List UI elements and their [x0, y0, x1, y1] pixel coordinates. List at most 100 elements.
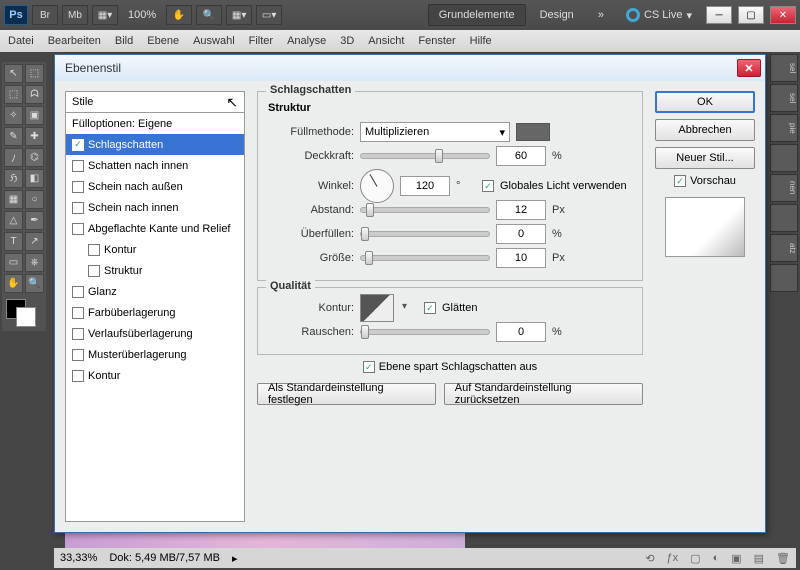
menu-item[interactable]: Ebene [147, 35, 179, 47]
blend-mode-select[interactable]: Multiplizieren▾ [360, 122, 510, 142]
panel-tab[interactable] [770, 264, 798, 292]
menu-item[interactable]: Bearbeiten [48, 35, 101, 47]
header-btn[interactable]: Mb [62, 5, 88, 25]
shape-tool[interactable]: ▭ [4, 253, 23, 272]
header-btn[interactable]: ✋ [166, 5, 192, 25]
marquee-tool[interactable]: ⬚ [4, 85, 23, 104]
type-tool[interactable]: T [4, 232, 23, 251]
heal-tool[interactable]: ✚ [25, 127, 44, 146]
color-swatches[interactable] [4, 299, 44, 329]
style-item[interactable]: Struktur [66, 260, 244, 281]
style-checkbox[interactable] [72, 223, 84, 235]
header-btn[interactable]: ▦▾ [92, 5, 118, 25]
style-item[interactable]: Schatten nach innen [66, 155, 244, 176]
workspace-essentials[interactable]: Grundelemente [428, 4, 526, 26]
menu-item[interactable]: Fenster [418, 35, 455, 47]
blur-tool[interactable]: ○ [25, 190, 44, 209]
menu-item[interactable]: Auswahl [193, 35, 235, 47]
noise-slider[interactable] [360, 329, 490, 335]
menu-item[interactable]: 3D [340, 35, 354, 47]
menu-item[interactable]: Datei [8, 35, 34, 47]
style-item[interactable]: Schein nach innen [66, 197, 244, 218]
new-style-button[interactable]: Neuer Stil... [655, 147, 755, 169]
style-checkbox[interactable] [72, 328, 84, 340]
style-item[interactable]: Farbüberlagerung [66, 302, 244, 323]
panel-tab[interactable]: sel [770, 84, 798, 112]
hand-tool[interactable]: ✋ [4, 274, 23, 293]
close-button[interactable]: ✕ [770, 6, 796, 24]
tool[interactable]: ⬚ [25, 64, 44, 83]
wand-tool[interactable]: ✧ [4, 106, 23, 125]
style-item[interactable]: Verlaufsüberlagerung [66, 323, 244, 344]
crop-tool[interactable]: ▣ [25, 106, 44, 125]
global-light-check[interactable]: ✓ [482, 180, 494, 192]
eyedrop-tool[interactable]: ✎ [4, 127, 23, 146]
opacity-slider[interactable] [360, 153, 490, 159]
preview-check[interactable]: ✓ [674, 175, 686, 187]
panel-tab[interactable]: pie [770, 114, 798, 142]
contour-picker[interactable] [360, 294, 394, 322]
menu-item[interactable]: Bild [115, 35, 133, 47]
status-icon[interactable]: ƒx [667, 552, 679, 564]
ok-button[interactable]: OK [655, 91, 755, 113]
dodge-tool[interactable]: △ [4, 211, 23, 230]
style-checkbox[interactable] [72, 370, 84, 382]
style-item[interactable]: Füllоptionen: Eigene [66, 113, 244, 134]
header-btn[interactable]: Br [32, 5, 58, 25]
minimize-button[interactable]: ─ [706, 6, 732, 24]
eraser-tool[interactable]: ◧ [25, 169, 44, 188]
size-slider[interactable] [360, 255, 490, 261]
opacity-input[interactable]: 60 [496, 146, 546, 166]
workspace-more-icon[interactable]: » [588, 5, 614, 25]
cs-live[interactable]: CS Live▾ [626, 8, 692, 22]
size-input[interactable]: 10 [496, 248, 546, 268]
status-doc[interactable]: Dok: 5,49 MB/7,57 MB [109, 552, 220, 564]
path-tool[interactable]: ↗ [25, 232, 44, 251]
header-btn[interactable]: ▦▾ [226, 5, 252, 25]
menu-item[interactable]: Hilfe [470, 35, 492, 47]
style-item[interactable]: Glanz [66, 281, 244, 302]
distance-input[interactable]: 12 [496, 200, 546, 220]
style-item[interactable]: Musterüberlagerung [66, 344, 244, 365]
brush-tool[interactable]: ﾉ [4, 148, 23, 167]
styles-header[interactable]: Stile ↖ [65, 91, 245, 113]
panel-tab[interactable] [770, 204, 798, 232]
style-item[interactable]: Kontur [66, 239, 244, 260]
style-item[interactable]: Abgeflachte Kante und Relief [66, 218, 244, 239]
gradient-tool[interactable]: ▦ [4, 190, 23, 209]
spread-input[interactable]: 0 [496, 224, 546, 244]
status-zoom[interactable]: 33,33% [60, 552, 97, 564]
panel-tab[interactable]: nen [770, 174, 798, 202]
spread-slider[interactable] [360, 231, 490, 237]
lasso-tool[interactable]: ᗣ [25, 85, 44, 104]
reset-default-button[interactable]: Auf Standardeinstellung zurücksetzen [444, 383, 643, 405]
shadow-color[interactable] [516, 123, 550, 141]
dialog-close-button[interactable]: ✕ [737, 59, 761, 77]
status-icon[interactable]: ▤ [754, 552, 764, 565]
menu-item[interactable]: Filter [249, 35, 273, 47]
cancel-button[interactable]: Abbrechen [655, 119, 755, 141]
style-checkbox[interactable] [72, 181, 84, 193]
style-checkbox[interactable] [88, 244, 100, 256]
style-checkbox[interactable]: ✓ [72, 139, 84, 151]
zoom-level[interactable]: 100% [122, 9, 162, 21]
menu-item[interactable]: Analyse [287, 35, 326, 47]
status-icon[interactable]: ▢ [690, 552, 700, 565]
noise-input[interactable]: 0 [496, 322, 546, 342]
zoom-tool[interactable]: 🔍 [25, 274, 44, 293]
antialiased-check[interactable]: ✓ [424, 302, 436, 314]
style-item[interactable]: ✓Schlagschatten [66, 134, 244, 155]
style-item[interactable]: Schein nach außen [66, 176, 244, 197]
status-icon[interactable]: ◐ [713, 552, 720, 564]
distance-slider[interactable] [360, 207, 490, 213]
tool[interactable]: ⎈ [25, 253, 44, 272]
style-checkbox[interactable] [72, 160, 84, 172]
style-checkbox[interactable] [72, 202, 84, 214]
style-checkbox[interactable] [72, 286, 84, 298]
header-btn[interactable]: 🔍 [196, 5, 222, 25]
angle-input[interactable]: 120 [400, 176, 450, 196]
history-tool[interactable]: ℌ [4, 169, 23, 188]
maximize-button[interactable]: ▢ [738, 6, 764, 24]
make-default-button[interactable]: Als Standardeinstellung festlegen [257, 383, 436, 405]
knockout-check[interactable]: ✓ [363, 361, 375, 373]
